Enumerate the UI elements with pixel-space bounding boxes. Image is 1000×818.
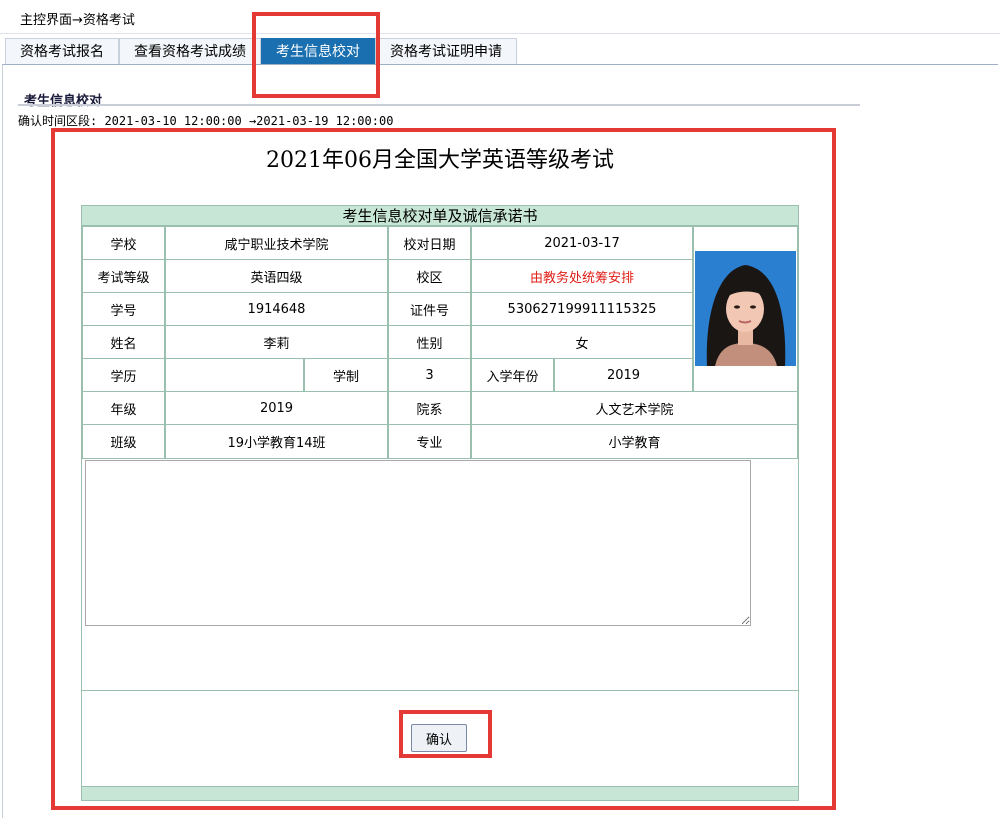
portrait-image xyxy=(695,251,796,366)
label-education: 学历 xyxy=(82,358,165,392)
value-name: 李莉 xyxy=(165,325,388,359)
remark-textarea[interactable] xyxy=(85,460,751,626)
section-title: 考生信息校对 xyxy=(24,94,103,109)
value-department: 人文艺术学院 xyxy=(471,391,798,425)
value-check-date: 2021-03-17 xyxy=(471,226,693,260)
label-check-date: 校对日期 xyxy=(388,226,471,260)
value-gender: 女 xyxy=(471,325,693,359)
exam-title: 2021年06月全国大学英语等级考试 xyxy=(266,148,614,173)
label-major: 专业 xyxy=(388,424,471,459)
label-school: 学校 xyxy=(82,226,165,260)
value-enroll-year: 2019 xyxy=(554,358,693,392)
label-schooling: 学制 xyxy=(304,358,388,392)
breadcrumb: 主控界面→资格考试 xyxy=(20,13,135,28)
value-education xyxy=(165,358,304,392)
value-class: 19小学教育14班 xyxy=(165,424,388,459)
form-header: 考生信息校对单及诚信承诺书 xyxy=(82,206,798,226)
value-exam-level: 英语四级 xyxy=(165,259,388,293)
value-grade: 2019 xyxy=(165,391,388,425)
value-major: 小学教育 xyxy=(471,424,798,459)
label-exam-level: 考试等级 xyxy=(82,259,165,293)
label-gender: 性别 xyxy=(388,325,471,359)
label-id-no: 证件号 xyxy=(388,292,471,326)
value-campus: 由教务处统筹安排 xyxy=(471,259,693,293)
label-grade: 年级 xyxy=(82,391,165,425)
form-footer xyxy=(82,786,798,800)
label-enroll-year: 入学年份 xyxy=(471,358,554,392)
section-divider xyxy=(18,104,860,106)
value-id-no: 530627199911115325 xyxy=(471,292,693,326)
confirm-time-range: 确认时间区段: 2021-03-10 12:00:00 →2021-03-19 … xyxy=(18,114,394,128)
label-campus: 校区 xyxy=(388,259,471,293)
label-department: 院系 xyxy=(388,391,471,425)
tab-exam-registration[interactable]: 资格考试报名 xyxy=(5,38,119,64)
tab-exam-scores[interactable]: 查看资格考试成绩 xyxy=(119,38,261,64)
tab-bar: 资格考试报名 查看资格考试成绩 考生信息校对 资格考试证明申请 xyxy=(5,38,517,64)
value-schooling: 3 xyxy=(388,358,471,392)
confirm-button[interactable]: 确认 xyxy=(411,724,467,752)
label-name: 姓名 xyxy=(82,325,165,359)
student-photo xyxy=(695,251,796,366)
label-class: 班级 xyxy=(82,424,165,459)
value-student-no: 1914648 xyxy=(165,292,388,326)
tab-exam-certificate-application[interactable]: 资格考试证明申请 xyxy=(375,38,517,64)
value-school: 咸宁职业技术学院 xyxy=(165,226,388,260)
label-student-no: 学号 xyxy=(82,292,165,326)
form-divider xyxy=(82,690,798,691)
tab-candidate-info-check[interactable]: 考生信息校对 xyxy=(261,38,375,64)
header-divider xyxy=(0,33,1000,34)
